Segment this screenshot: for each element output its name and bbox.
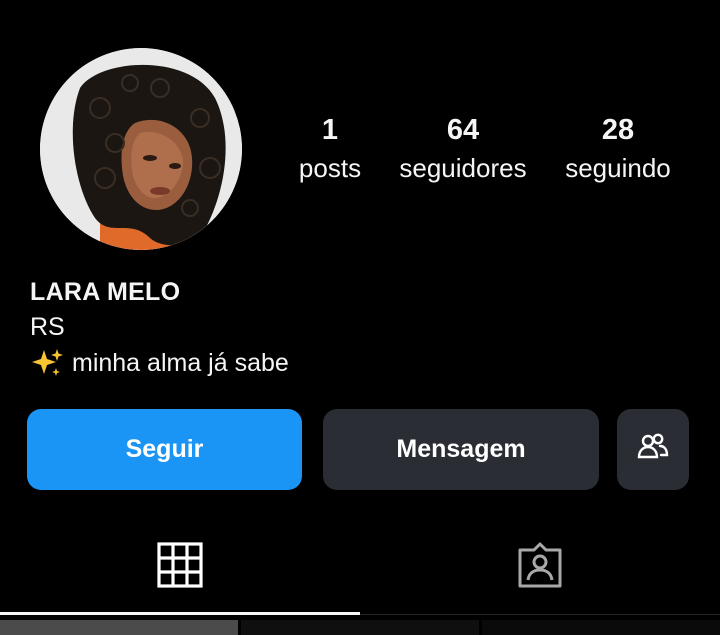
followers-label: seguidores bbox=[399, 153, 527, 183]
post-thumbnail[interactable] bbox=[0, 620, 238, 635]
post-thumbnail[interactable] bbox=[241, 620, 479, 635]
profile-name: LARA MELO bbox=[30, 278, 181, 306]
message-button[interactable]: Mensagem bbox=[323, 409, 599, 490]
tab-tagged[interactable] bbox=[360, 520, 720, 615]
profile-bio: minha alma já sabe bbox=[30, 346, 289, 380]
followers-count: 64 bbox=[446, 114, 480, 146]
profile-location: RS bbox=[30, 313, 65, 341]
profile-photo bbox=[40, 48, 242, 250]
tab-divider bbox=[360, 614, 720, 615]
post-thumbnail[interactable] bbox=[482, 620, 720, 635]
avatar[interactable] bbox=[40, 48, 242, 250]
posts-count: 1 bbox=[321, 114, 339, 146]
bio-text: minha alma já sabe bbox=[72, 349, 289, 377]
following-count: 28 bbox=[601, 114, 635, 146]
follow-button[interactable]: Seguir bbox=[27, 409, 302, 490]
suggested-accounts-button[interactable] bbox=[617, 409, 689, 490]
active-tab-indicator bbox=[0, 612, 360, 615]
posts-label: posts bbox=[298, 153, 362, 183]
add-people-icon bbox=[636, 429, 670, 470]
stat-followers[interactable]: 64 seguidores bbox=[388, 110, 538, 186]
stat-posts[interactable]: 1 posts bbox=[255, 110, 405, 186]
tab-posts-grid[interactable] bbox=[0, 520, 360, 615]
follow-button-label: Seguir bbox=[125, 435, 204, 463]
sparkle-icon bbox=[30, 346, 64, 380]
tagged-person-icon bbox=[515, 540, 565, 595]
grid-icon bbox=[157, 542, 203, 593]
message-button-label: Mensagem bbox=[396, 435, 526, 463]
stat-following[interactable]: 28 seguindo bbox=[543, 110, 693, 186]
posts-grid bbox=[0, 620, 720, 635]
profile-stats: 1 posts 64 seguidores 28 seguindo bbox=[270, 110, 700, 200]
profile-tabs bbox=[0, 520, 720, 615]
following-label: seguindo bbox=[565, 153, 671, 183]
